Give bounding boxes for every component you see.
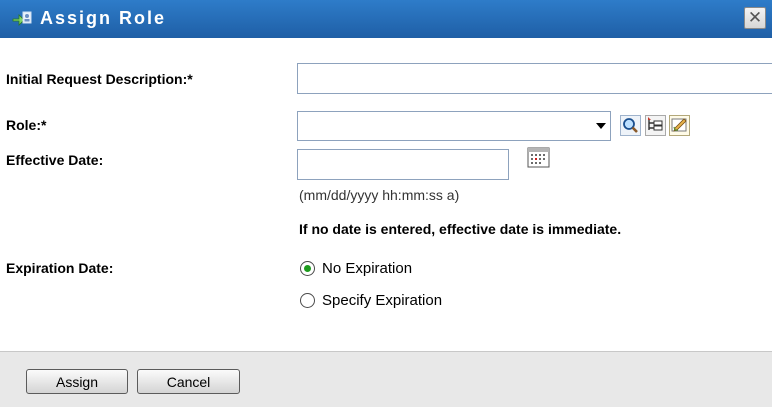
hierarchy-icon[interactable] [645, 115, 666, 136]
expiration-date-label: Expiration Date: [6, 260, 114, 276]
date-format-hint: (mm/dd/yyyy hh:mm:ss a) [299, 187, 460, 203]
no-expiration-radio[interactable] [300, 261, 315, 276]
dialog-titlebar: Assign Role ✕ [0, 0, 772, 38]
specify-expiration-radio[interactable] [300, 293, 315, 308]
no-expiration-label: No Expiration [322, 260, 413, 277]
edit-icon[interactable] [669, 115, 690, 136]
specify-expiration-label: Specify Expiration [322, 292, 443, 309]
calendar-icon[interactable] [527, 146, 550, 169]
description-input[interactable] [297, 63, 772, 94]
assign-role-icon [12, 9, 32, 29]
dialog-title: Assign Role [40, 8, 167, 28]
close-button[interactable]: ✕ [744, 7, 766, 29]
description-label: Initial Request Description:* [6, 71, 193, 87]
role-select[interactable] [297, 111, 611, 141]
effective-date-notice: If no date is entered, effective date is… [299, 221, 622, 237]
close-icon: ✕ [747, 8, 763, 28]
assign-button[interactable]: Assign [26, 369, 128, 394]
effective-date-label: Effective Date: [6, 152, 104, 168]
cancel-button[interactable]: Cancel [137, 369, 240, 394]
role-label: Role:* [6, 117, 47, 133]
effective-date-input[interactable] [297, 149, 509, 180]
dialog-footer: Assign Cancel [0, 351, 772, 407]
search-icon[interactable] [620, 115, 641, 136]
chevron-down-icon[interactable] [594, 119, 608, 133]
